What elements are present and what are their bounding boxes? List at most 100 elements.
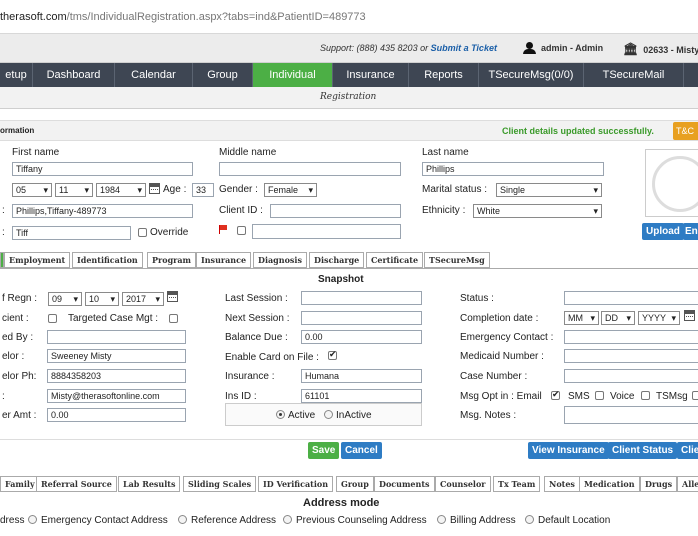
email-field[interactable]: Misty@therasoftonline.com — [47, 389, 186, 403]
dob-year-select[interactable]: 1984 — [96, 183, 146, 197]
nav-dashboard[interactable]: Dashboard — [33, 63, 115, 87]
insurance-field[interactable]: Humana — [301, 369, 422, 383]
tab-insurance[interactable]: Insurance — [196, 252, 252, 268]
tab-referral-source[interactable]: Referral Source — [36, 476, 117, 492]
client-id-field[interactable] — [270, 204, 401, 218]
status-field[interactable] — [564, 291, 698, 305]
msg-notes-field[interactable] — [564, 406, 698, 424]
dob-month-select[interactable]: 05 — [12, 183, 52, 197]
client-checkbox[interactable] — [48, 314, 57, 323]
first-name-field[interactable]: Tiffany — [12, 162, 193, 176]
nav-calendar[interactable]: Calendar — [115, 63, 193, 87]
upload-button[interactable]: Upload — [642, 223, 684, 240]
middle-name-field[interactable] — [219, 162, 401, 176]
regn-calendar-icon[interactable] — [167, 291, 178, 302]
client-extra-button[interactable]: Clie — [677, 442, 698, 459]
registration-link[interactable]: Registration — [320, 92, 376, 102]
tab-lab-results[interactable]: Lab Results — [118, 476, 181, 492]
ins-id-field[interactable]: 61101 — [301, 389, 422, 403]
tab-counselor[interactable]: Counselor — [435, 476, 491, 492]
counselor-field[interactable]: Sweeney Misty — [47, 349, 186, 363]
nickname-label: : — [2, 227, 5, 238]
tab-employment[interactable]: Employment — [4, 252, 71, 268]
tab-certificate[interactable]: Certificate — [366, 252, 424, 268]
last-name-field[interactable]: Phillips — [422, 162, 604, 176]
nav-tsecuremail[interactable]: TSecureMail — [584, 63, 684, 87]
regn-month-select[interactable]: 09 — [48, 292, 82, 306]
completion-month-select[interactable]: MM — [564, 311, 599, 325]
tab-program[interactable]: Program — [147, 252, 197, 268]
cancel-button[interactable]: Cancel — [341, 442, 382, 459]
billing-address-radio[interactable] — [437, 515, 446, 524]
regn-year-select[interactable]: 2017 — [122, 292, 164, 306]
nav-individual[interactable]: Individual — [253, 63, 333, 87]
last-session-field[interactable] — [301, 291, 422, 305]
nickname-field[interactable]: Tiff — [12, 226, 131, 240]
balance-field[interactable]: 0.00 — [301, 330, 422, 344]
regn-day-select[interactable]: 10 — [85, 292, 119, 306]
tab-group[interactable]: Group — [336, 476, 374, 492]
marital-select[interactable]: Single — [496, 183, 602, 197]
tab-documents[interactable]: Documents — [374, 476, 435, 492]
flag-checkbox[interactable] — [237, 226, 246, 235]
tab-diagnosis[interactable]: Diagnosis — [253, 252, 307, 268]
default-location-radio[interactable] — [525, 515, 534, 524]
tab-sliding-scales[interactable]: Sliding Scales — [183, 476, 257, 492]
next-session-field[interactable] — [301, 311, 422, 325]
tab-allergies[interactable]: Alle — [677, 476, 698, 492]
referred-by-field[interactable] — [47, 330, 186, 344]
nav-reports[interactable]: Reports — [409, 63, 479, 87]
tab-identification[interactable]: Identification — [72, 252, 143, 268]
enroll-button[interactable]: En — [683, 223, 698, 240]
submit-ticket-link[interactable]: Submit a Ticket — [431, 43, 497, 53]
ethnicity-select[interactable]: White — [473, 204, 602, 218]
inactive-radio[interactable] — [324, 410, 333, 419]
card-on-file-checkbox[interactable] — [328, 349, 337, 360]
nav-tsecuremsg[interactable]: TSecureMsg(0/0) — [479, 63, 584, 87]
tab-drugs[interactable]: Drugs — [640, 476, 678, 492]
age-field[interactable]: 33 — [192, 183, 214, 197]
voice-checkbox[interactable] — [641, 391, 650, 400]
email-optin-checkbox[interactable] — [551, 389, 560, 400]
counselor-phone-field[interactable]: 8884358203 — [47, 369, 186, 383]
tab-discharge[interactable]: Discharge — [309, 252, 365, 268]
user-menu[interactable]: admin - Admin — [523, 42, 603, 54]
nav-group[interactable]: Group — [193, 63, 253, 87]
emergency-address-radio[interactable] — [28, 515, 37, 524]
nav-setup[interactable]: etup — [0, 63, 33, 87]
amount-field[interactable]: 0.00 — [47, 408, 186, 422]
flag-icon[interactable] — [219, 225, 229, 234]
previous-counseling-radio[interactable] — [283, 515, 292, 524]
view-insurance-button[interactable]: View Insurance — [528, 442, 609, 459]
tab-id-verification[interactable]: ID Verification — [258, 476, 334, 492]
medicaid-field[interactable] — [564, 349, 698, 363]
tab-medication[interactable]: Medication — [579, 476, 640, 492]
save-button[interactable]: Save — [308, 442, 340, 459]
flag-notes-field[interactable] — [252, 224, 401, 239]
tab-family[interactable]: Family — [0, 476, 40, 492]
org-menu[interactable]: 🏛 02633 - Misty — [623, 42, 698, 56]
tsmsg-checkbox[interactable] — [692, 391, 698, 400]
calendar-icon[interactable] — [149, 183, 160, 194]
override-checkbox[interactable] — [138, 228, 147, 237]
reference-address-radio[interactable] — [178, 515, 187, 524]
tc-button[interactable]: T&C — [673, 122, 698, 140]
tab-notes[interactable]: Notes — [544, 476, 580, 492]
account-field[interactable]: Phillips,Tiffany-489773 — [12, 204, 193, 218]
sms-checkbox[interactable] — [595, 391, 604, 400]
completion-calendar-icon[interactable] — [684, 310, 695, 321]
tab-tsecuremsg[interactable]: TSecureMsg — [424, 252, 490, 268]
completion-day-select[interactable]: DD — [601, 311, 635, 325]
gender-select[interactable]: Female — [264, 183, 317, 197]
address-bar[interactable]: therasoft.com/tms/IndividualRegistration… — [0, 0, 698, 34]
tab-tx-team[interactable]: Tx Team — [493, 476, 541, 492]
dob-day-select[interactable]: 11 — [55, 183, 93, 197]
emergency-contact-field[interactable] — [564, 330, 698, 344]
client-status-button[interactable]: Client Status — [608, 442, 678, 459]
targeted-case-checkbox[interactable] — [169, 314, 178, 323]
completion-year-select[interactable]: YYYY — [638, 311, 680, 325]
url-text[interactable]: therasoft.com/tms/IndividualRegistration… — [0, 11, 366, 23]
active-radio[interactable] — [276, 410, 285, 419]
case-number-field[interactable] — [564, 369, 698, 383]
nav-insurance[interactable]: Insurance — [333, 63, 409, 87]
